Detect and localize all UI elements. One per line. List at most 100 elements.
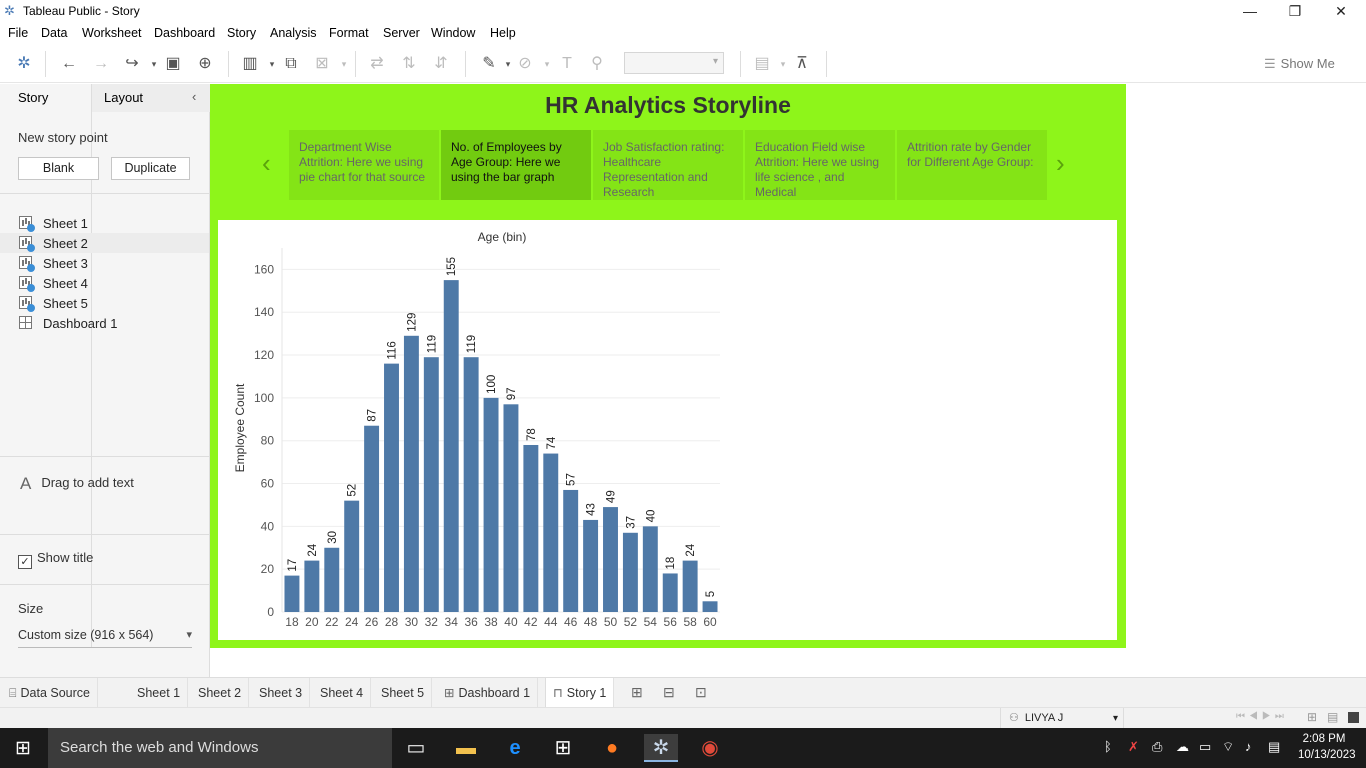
menu-file[interactable]: File [8, 26, 28, 40]
show-mark-labels-icon[interactable]: T [556, 54, 578, 74]
network-error-icon[interactable]: ✗ [1128, 739, 1139, 755]
taskbar-clock[interactable]: 2:08 PM 10/13/2023 [1298, 731, 1356, 763]
bar[interactable] [603, 507, 618, 612]
story-point-4[interactable]: Education Field wise Attrition: Here we … [745, 130, 895, 200]
tableau-home-icon[interactable]: ✲ [13, 54, 35, 74]
volume-icon[interactable]: ♪ [1245, 739, 1252, 754]
bar[interactable] [403, 335, 419, 612]
tableau-app-icon[interactable]: ✲ [644, 734, 678, 762]
presentation-mode-icon[interactable]: ⊼ [791, 54, 813, 74]
story-point-3[interactable]: Job Satisfaction rating: Healthcare Repr… [593, 130, 743, 200]
notifications-icon[interactable]: ▤ [1268, 739, 1280, 755]
menu-worksheet[interactable]: Worksheet [82, 26, 142, 40]
sort-descending-icon[interactable]: ⇵ [430, 54, 452, 74]
new-dashboard-icon[interactable]: ⊟ [663, 684, 675, 701]
menu-dashboard[interactable]: Dashboard [154, 26, 215, 40]
task-view-icon[interactable]: ▭ [399, 734, 433, 762]
bar[interactable] [583, 519, 599, 612]
bar[interactable] [463, 357, 479, 612]
drag-text-object[interactable]: A Drag to add text [20, 474, 134, 494]
redo-icon[interactable]: → [90, 54, 112, 74]
bar[interactable] [324, 547, 340, 612]
show-title-checkbox[interactable]: ✓ Show title [18, 550, 93, 569]
menu-analysis[interactable]: Analysis [270, 26, 317, 40]
onedrive-icon[interactable]: ☁ [1176, 739, 1189, 755]
new-story-icon[interactable]: ⊡ [695, 684, 707, 701]
tab-dashboard-1[interactable]: ⊞ Dashboard 1 [437, 678, 539, 708]
tab-sheet-1[interactable]: Sheet 1 [130, 678, 189, 708]
bar[interactable] [443, 280, 459, 612]
windows-start-icon[interactable]: ⊞ [15, 737, 31, 760]
tab-sheet-2[interactable]: Sheet 2 [191, 678, 250, 708]
tab-data-source[interactable]: ⌸ Data Source [0, 678, 98, 708]
duplicate-button[interactable]: Duplicate [111, 157, 190, 180]
fit-width-dropdown[interactable] [624, 52, 724, 74]
story-point-2[interactable]: No. of Employees by Age Group: Here we u… [441, 130, 591, 200]
sheet-item-1[interactable]: Sheet 1 [0, 213, 209, 233]
previous-point-icon[interactable]: ‹ [262, 148, 271, 179]
bar[interactable] [284, 575, 300, 612]
new-data-source-icon[interactable]: ⊕ [194, 54, 216, 74]
tab-sheet-3[interactable]: Sheet 3 [252, 678, 311, 708]
chrome-icon[interactable]: ◉ [693, 734, 727, 762]
bar[interactable] [702, 601, 718, 612]
blank-button[interactable]: Blank [18, 157, 99, 180]
duplicate-sheet-icon[interactable]: ⧉ [280, 54, 302, 74]
minimize-button[interactable]: — [1227, 2, 1273, 22]
dashboard-item[interactable]: Dashboard 1 [0, 313, 209, 333]
user-menu[interactable]: ⚇ LIVYA J [1000, 708, 1124, 729]
bar[interactable] [503, 404, 519, 612]
sheet-item-5[interactable]: Sheet 5 [0, 293, 209, 313]
filmstrip-icon[interactable]: ▤ [1327, 710, 1338, 724]
chevron-down-icon[interactable]: ▾ [333, 54, 355, 74]
new-worksheet-icon[interactable]: ⊞ [631, 684, 643, 701]
bar[interactable] [523, 444, 539, 612]
clear-sheet-icon[interactable]: ⊠ [311, 54, 333, 74]
store-icon[interactable]: ⊞ [546, 734, 580, 762]
menu-story[interactable]: Story [227, 26, 256, 40]
bar[interactable] [682, 560, 698, 612]
save-icon[interactable]: ▣ [162, 54, 184, 74]
swap-rows-columns-icon[interactable]: ⇄ [366, 54, 388, 74]
bar[interactable] [344, 500, 360, 612]
menu-format[interactable]: Format [329, 26, 369, 40]
bar[interactable] [384, 363, 399, 612]
replay-icon[interactable]: ↪ [121, 54, 143, 74]
restore-button[interactable]: ❐ [1272, 2, 1318, 22]
firefox-icon[interactable]: ● [595, 734, 629, 762]
new-worksheet-icon[interactable]: ▥ [239, 54, 261, 74]
chevron-down-icon[interactable]: ▾ [536, 54, 558, 74]
fix-axes-icon[interactable]: ⚲ [586, 54, 608, 74]
menu-server[interactable]: Server [383, 26, 420, 40]
edge-browser-icon[interactable]: e [498, 734, 532, 762]
show-me-button[interactable]: ☰ Show Me [1264, 56, 1335, 72]
menu-window[interactable]: Window [431, 26, 475, 40]
file-explorer-icon[interactable]: ▬ [449, 734, 483, 762]
printer-icon[interactable]: ⎙ [1152, 739, 1162, 755]
sheet-sorter-icon[interactable]: ⊞ [1307, 710, 1317, 724]
tab-sheet-5[interactable]: Sheet 5 [374, 678, 433, 708]
bar[interactable] [423, 357, 439, 612]
menu-data[interactable]: Data [41, 26, 67, 40]
tabs-view-icon[interactable] [1348, 712, 1359, 723]
story-point-5[interactable]: Attrition rate by Gender for Different A… [897, 130, 1047, 200]
story-point-1[interactable]: Department Wise Attrition: Here we using… [289, 130, 439, 200]
wifi-icon[interactable]: ⌔ [1222, 739, 1234, 755]
bar[interactable] [662, 573, 678, 612]
close-button[interactable]: ✕ [1318, 2, 1364, 22]
next-point-icon[interactable]: › [1056, 148, 1065, 179]
bar[interactable] [563, 489, 579, 612]
tab-story-1[interactable]: ⊓ Story 1 [545, 678, 615, 708]
sheet-item-3[interactable]: Sheet 3 [0, 253, 209, 273]
bar[interactable] [622, 532, 638, 612]
size-dropdown[interactable]: Custom size (916 x 564) [18, 628, 192, 648]
tab-sheet-4[interactable]: Sheet 4 [313, 678, 372, 708]
bar[interactable] [364, 425, 380, 612]
collapse-panel-icon[interactable]: ‹ [192, 89, 196, 104]
bar[interactable] [543, 453, 559, 612]
menu-help[interactable]: Help [490, 26, 516, 40]
bar[interactable] [304, 560, 320, 612]
show-cards-icon[interactable]: ▤ [751, 54, 773, 74]
bar[interactable] [642, 526, 658, 612]
sheet-item-4[interactable]: Sheet 4 [0, 273, 209, 293]
